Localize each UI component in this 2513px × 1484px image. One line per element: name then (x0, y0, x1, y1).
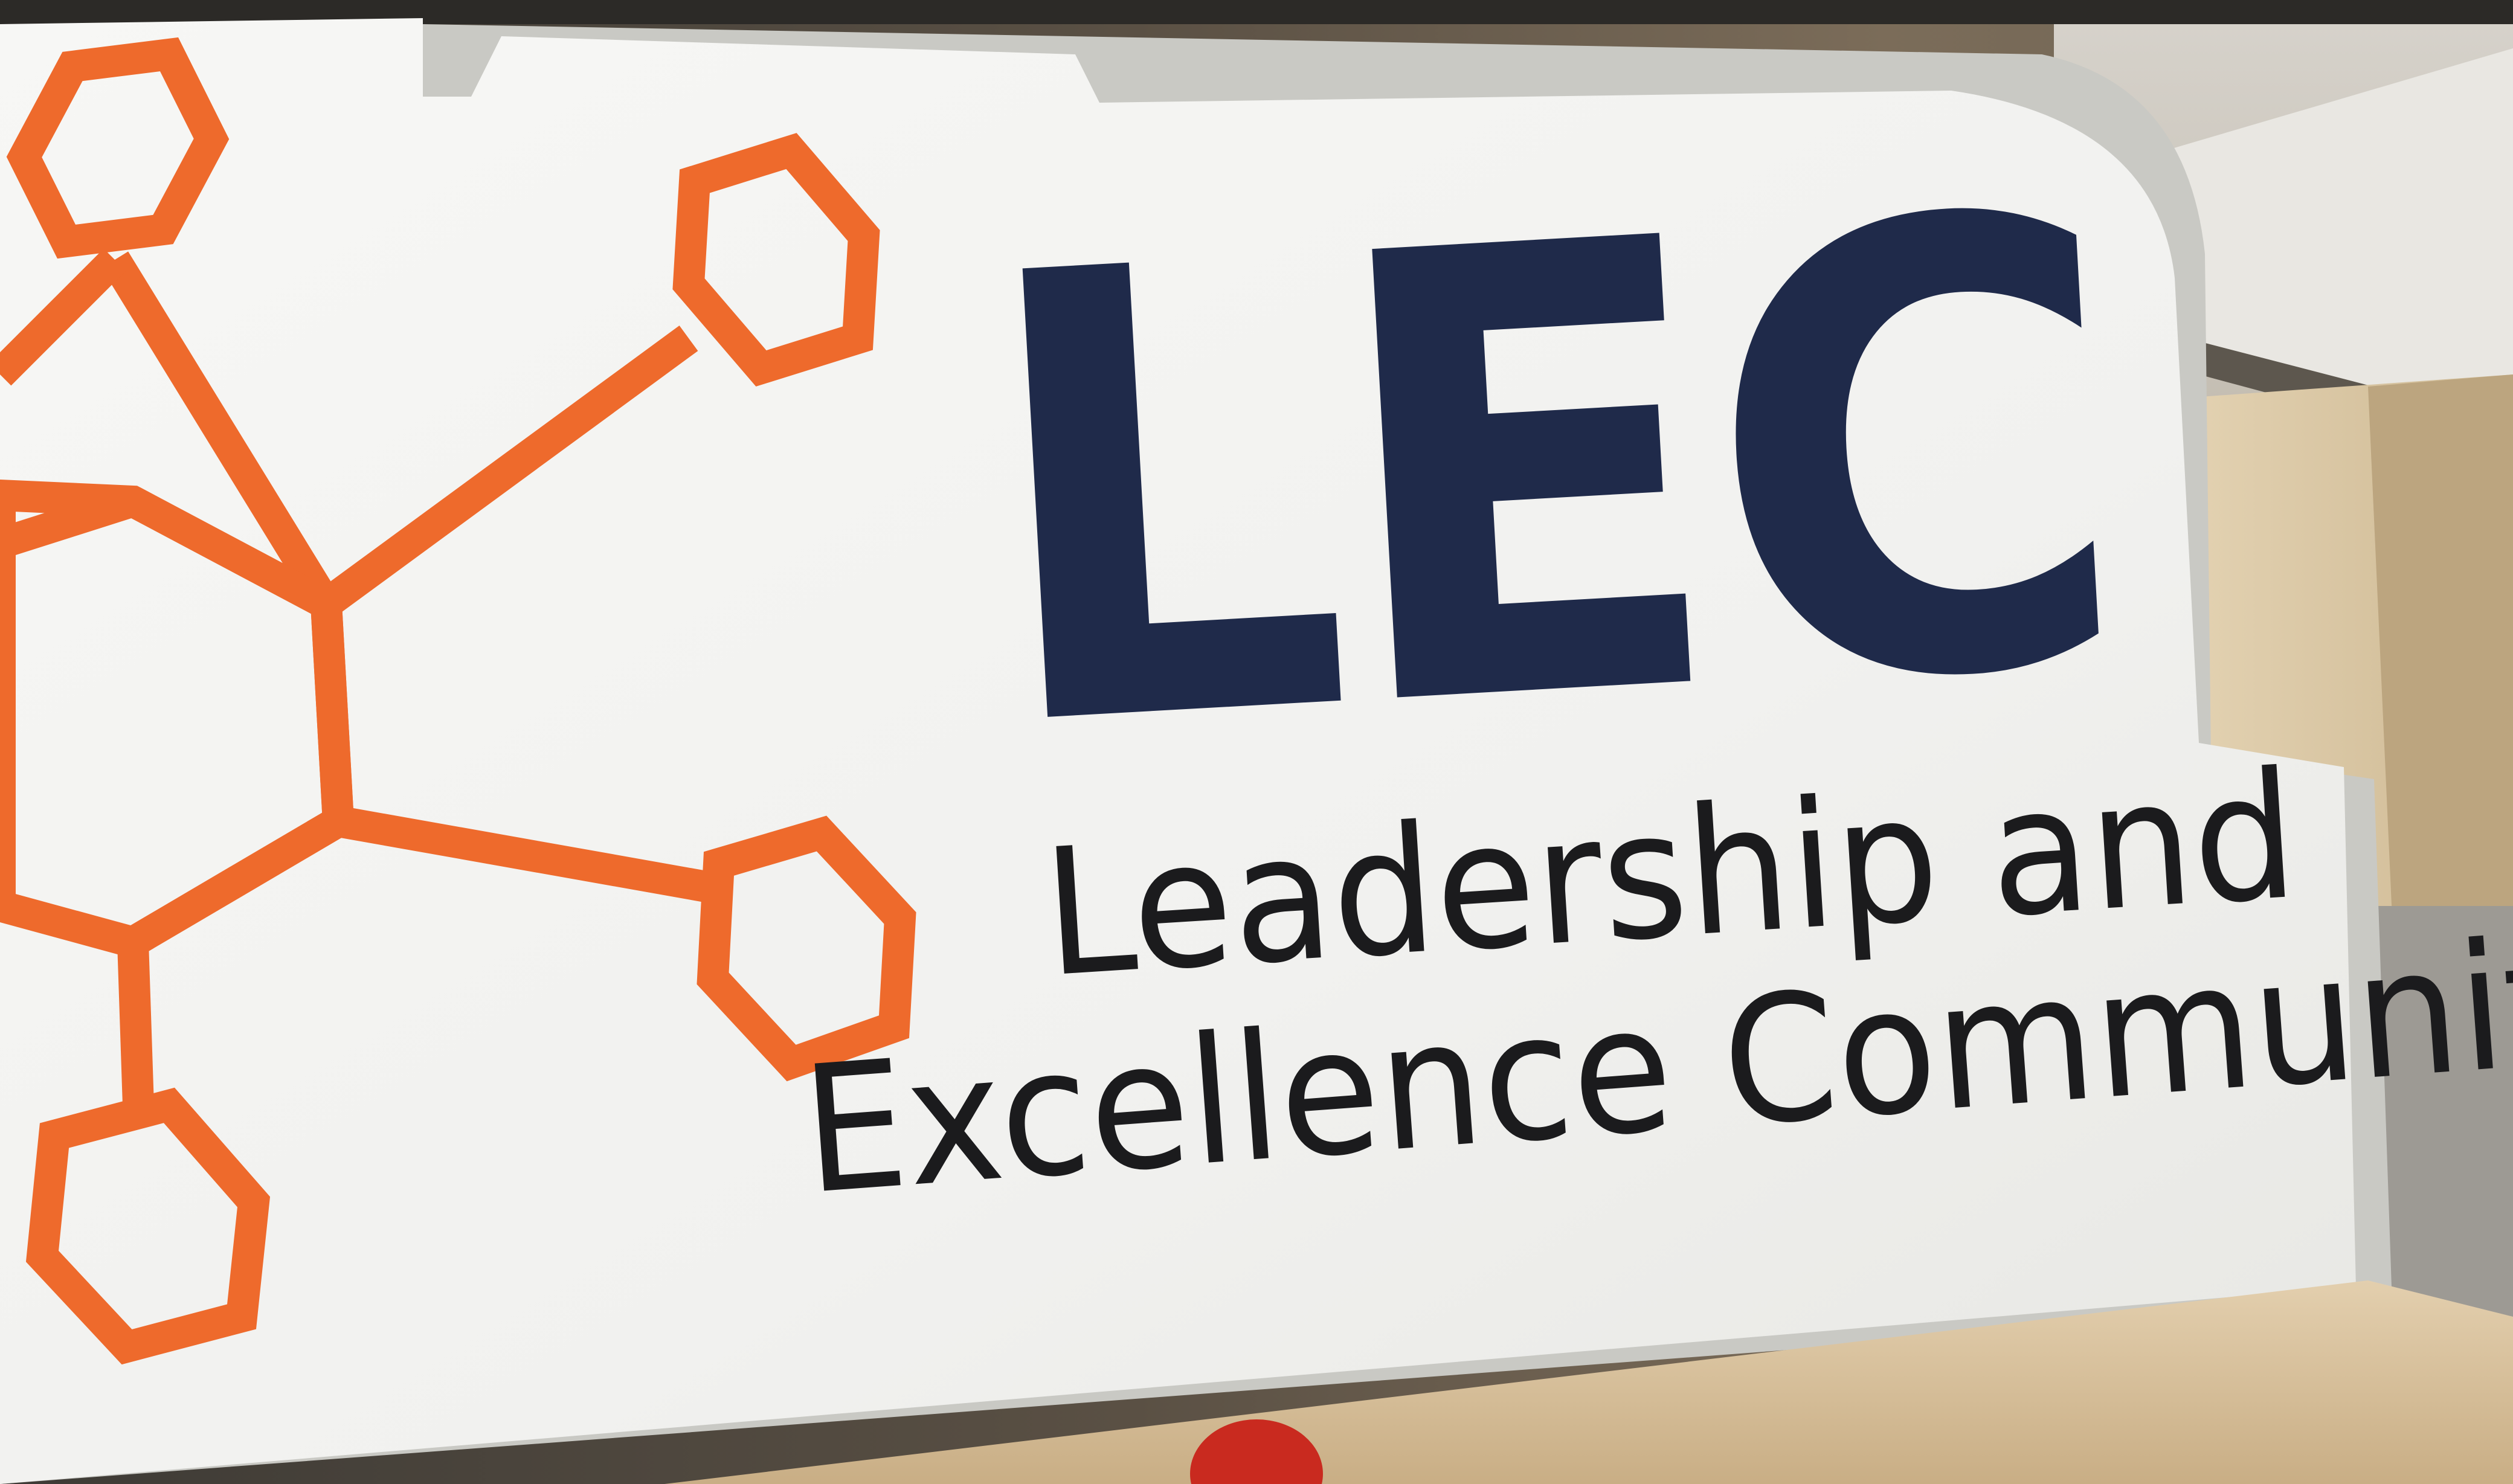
sign-board (0, 18, 2356, 1484)
photo-scene: LEC Leadership and Excellence Community (0, 0, 2513, 1484)
scene-graphics (0, 0, 2513, 1484)
background-box-side (2368, 374, 2513, 942)
